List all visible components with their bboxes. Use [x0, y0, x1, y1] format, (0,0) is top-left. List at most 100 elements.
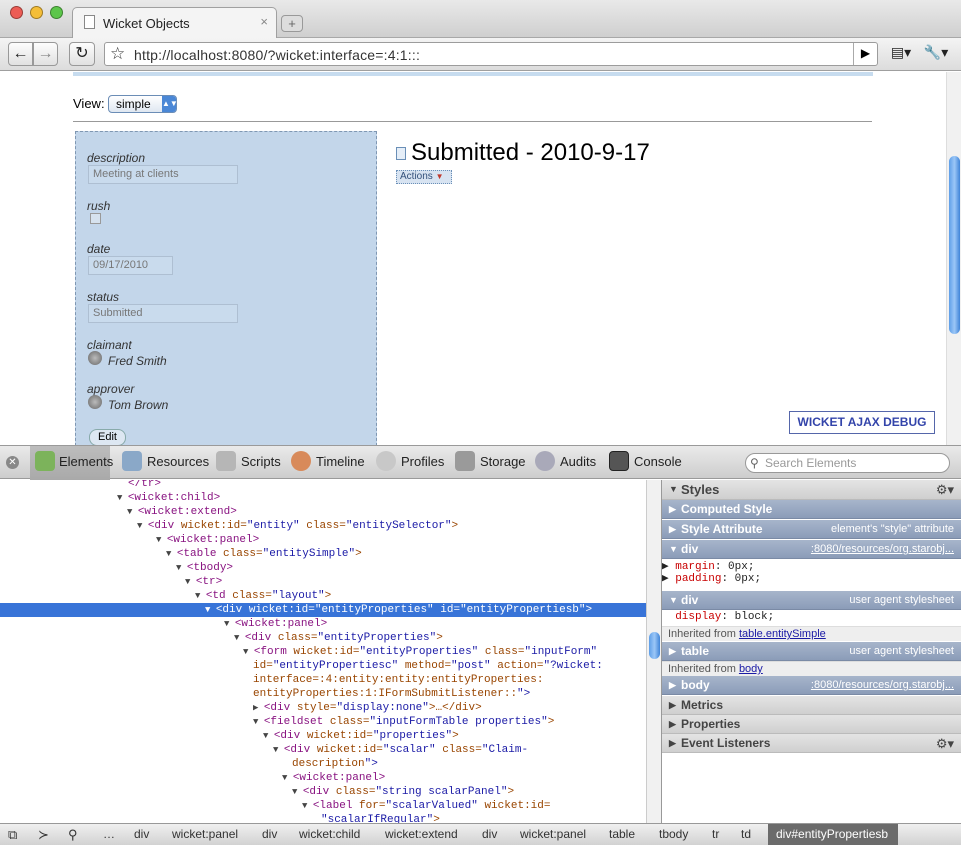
- tab-console[interactable]: Console: [634, 454, 682, 469]
- gear-icon[interactable]: ⚙▾: [936, 734, 954, 753]
- breadcrumb-item[interactable]: td: [741, 824, 751, 845]
- tools-menu-button[interactable]: 🔧▾: [919, 42, 953, 66]
- gear-icon[interactable]: ⚙▾: [936, 480, 954, 499]
- breadcrumb-item[interactable]: wicket:panel: [172, 824, 238, 845]
- disclosure-open-icon[interactable]: ▼: [224, 619, 235, 629]
- console-toggle-icon[interactable]: ≻: [38, 827, 49, 843]
- search-elements-input[interactable]: ⚲ Search Elements: [745, 453, 950, 473]
- disclosure-open-icon[interactable]: ▼: [137, 521, 148, 531]
- dom-node[interactable]: "scalarIfRegular">: [0, 813, 440, 823]
- approver-link[interactable]: Tom Brown: [108, 398, 168, 412]
- rule1-prop-margin[interactable]: ▶ margin: 0px;: [662, 561, 961, 573]
- dom-node[interactable]: ▼ <div wicket:id="properties">: [0, 729, 459, 743]
- actions-menu[interactable]: Actions ▼: [396, 170, 452, 184]
- dom-node[interactable]: ▼ <wicket:panel>: [0, 617, 327, 631]
- close-inspector-icon[interactable]: ✕: [6, 456, 19, 469]
- disclosure-open-icon[interactable]: ▼: [302, 801, 313, 811]
- zoom-window-button[interactable]: [50, 6, 63, 19]
- rule1-prop-padding[interactable]: ▶ padding: 0px;: [662, 573, 961, 585]
- forward-button[interactable]: →: [33, 42, 58, 66]
- dom-scrollbar[interactable]: [646, 480, 661, 823]
- computed-style-header[interactable]: ▶ Computed Style: [662, 500, 961, 519]
- dock-icon[interactable]: ⧉: [8, 827, 17, 843]
- disclosure-open-icon[interactable]: ▼: [243, 647, 254, 657]
- go-button[interactable]: ▶: [853, 43, 877, 65]
- date-field[interactable]: 09/17/2010: [88, 256, 173, 275]
- dom-node[interactable]: ▼ <div wicket:id="scalar" class="Claim-: [0, 743, 528, 757]
- edit-button[interactable]: Edit: [89, 429, 126, 445]
- dom-tree[interactable]: </tr> ▼ <wicket:child> ▼ <wicket:extend> ▼…: [0, 480, 646, 823]
- disclosure-open-icon[interactable]: ▼: [292, 787, 303, 797]
- dom-node[interactable]: ▼ <fieldset class="inputFormTable proper…: [0, 715, 554, 729]
- disclosure-open-icon[interactable]: ▼: [185, 577, 196, 587]
- tab-storage[interactable]: Storage: [480, 454, 526, 469]
- dom-node[interactable]: entityProperties:1:IFormSubmitListener::…: [0, 687, 530, 701]
- page-menu-button[interactable]: ▤▾: [885, 42, 917, 66]
- claimant-link[interactable]: Fred Smith: [108, 354, 167, 368]
- rule3-header[interactable]: ▶ table user agent stylesheet: [662, 642, 961, 661]
- breadcrumb-item[interactable]: wicket:child: [299, 824, 360, 845]
- disclosure-open-icon[interactable]: ▼: [205, 605, 216, 615]
- dom-node-selected[interactable]: ▼ <div wicket:id="entityProperties" id="…: [0, 603, 646, 617]
- disclosure-open-icon[interactable]: ▼: [253, 717, 264, 727]
- dom-node[interactable]: ▼ <wicket:child>: [0, 491, 220, 505]
- dom-node[interactable]: ▼ <tr>: [0, 575, 222, 589]
- reload-button[interactable]: ↻: [69, 42, 95, 66]
- disclosure-open-icon[interactable]: ▼: [127, 507, 138, 517]
- dom-node[interactable]: ▼ <tbody>: [0, 561, 233, 575]
- breadcrumb-item[interactable]: div: [262, 824, 277, 845]
- page-scroll-thumb[interactable]: [949, 156, 960, 334]
- description-field[interactable]: Meeting at clients: [88, 165, 238, 184]
- search-icon[interactable]: ⚲: [68, 827, 78, 843]
- disclosure-open-icon[interactable]: ▼: [176, 563, 187, 573]
- rule1-source-link[interactable]: :8080/resources/org.starobj...: [811, 540, 954, 559]
- styles-pane-header[interactable]: ▼ Styles ⚙▾: [662, 480, 961, 500]
- tab-close-button[interactable]: ×: [260, 14, 268, 29]
- dom-node[interactable]: ▼ <wicket:extend>: [0, 505, 237, 519]
- disclosure-open-icon[interactable]: ▼: [117, 493, 128, 503]
- disclosure-closed-icon[interactable]: ▶: [253, 703, 264, 713]
- dom-node[interactable]: description">: [0, 757, 378, 771]
- breadcrumb-item[interactable]: wicket:extend: [385, 824, 458, 845]
- minimize-window-button[interactable]: [30, 6, 43, 19]
- dom-node[interactable]: ▼ <div wicket:id="entity" class="entityS…: [0, 519, 458, 533]
- rule4-header[interactable]: ▶ body :8080/resources/org.starobj...: [662, 676, 961, 695]
- dom-node[interactable]: interface=:4:entity:entity:entityPropert…: [0, 673, 543, 687]
- breadcrumb-item[interactable]: table: [609, 824, 635, 845]
- tab-wicket-objects[interactable]: Wicket Objects ×: [72, 7, 277, 38]
- breadcrumb-item-selected[interactable]: div#entityPropertiesb: [768, 824, 898, 845]
- view-select[interactable]: simple ▲▼: [108, 95, 178, 113]
- dom-node[interactable]: id="entityPropertiesc" method="post" act…: [0, 659, 603, 673]
- inherited-link-table[interactable]: table.entitySimple: [739, 628, 826, 640]
- back-button[interactable]: ←: [8, 42, 33, 66]
- dom-node[interactable]: ▶ <div style="display:none">…</div>: [0, 701, 482, 715]
- breadcrumb-item[interactable]: …: [103, 824, 115, 845]
- disclosure-open-icon[interactable]: ▼: [273, 745, 284, 755]
- tab-profiles[interactable]: Profiles: [401, 454, 444, 469]
- disclosure-open-icon[interactable]: ▼: [195, 591, 206, 601]
- disclosure-open-icon[interactable]: ▼: [156, 535, 167, 545]
- properties-header[interactable]: ▶ Properties: [662, 715, 961, 734]
- event-listeners-header[interactable]: ▶ Event Listeners ⚙▾: [662, 734, 961, 753]
- dom-node[interactable]: ▼ <form wicket:id="entityProperties" cla…: [0, 645, 597, 659]
- new-tab-button[interactable]: +: [281, 15, 303, 32]
- tab-timeline[interactable]: Timeline: [316, 454, 365, 469]
- rule2-prop-display[interactable]: display: block;: [662, 611, 961, 623]
- disclosure-open-icon[interactable]: ▼: [234, 633, 245, 643]
- disclosure-open-icon[interactable]: ▼: [263, 731, 274, 741]
- dom-node[interactable]: ▼ <wicket:panel>: [0, 533, 259, 547]
- bookmark-star-icon[interactable]: ☆: [110, 44, 125, 64]
- dom-node[interactable]: ▼ <wicket:panel>: [0, 771, 385, 785]
- metrics-header[interactable]: ▶ Metrics: [662, 696, 961, 715]
- wicket-ajax-debug-link[interactable]: WICKET AJAX DEBUG: [789, 411, 935, 434]
- tab-elements[interactable]: Elements: [30, 446, 113, 480]
- inherited-link-body[interactable]: body: [739, 663, 763, 675]
- dom-node[interactable]: ▼ <td class="layout">: [0, 589, 331, 603]
- page-scrollbar[interactable]: [946, 72, 961, 445]
- address-bar[interactable]: ☆ http://localhost:8080/?wicket:interfac…: [104, 42, 878, 66]
- rule2-header[interactable]: ▼ div user agent stylesheet: [662, 591, 961, 610]
- disclosure-open-icon[interactable]: ▼: [166, 549, 177, 559]
- dom-node[interactable]: ▼ <label for="scalarValued" wicket:id=: [0, 799, 550, 813]
- rush-checkbox[interactable]: [90, 213, 101, 224]
- dom-node[interactable]: ▼ <div class="string scalarPanel">: [0, 785, 514, 799]
